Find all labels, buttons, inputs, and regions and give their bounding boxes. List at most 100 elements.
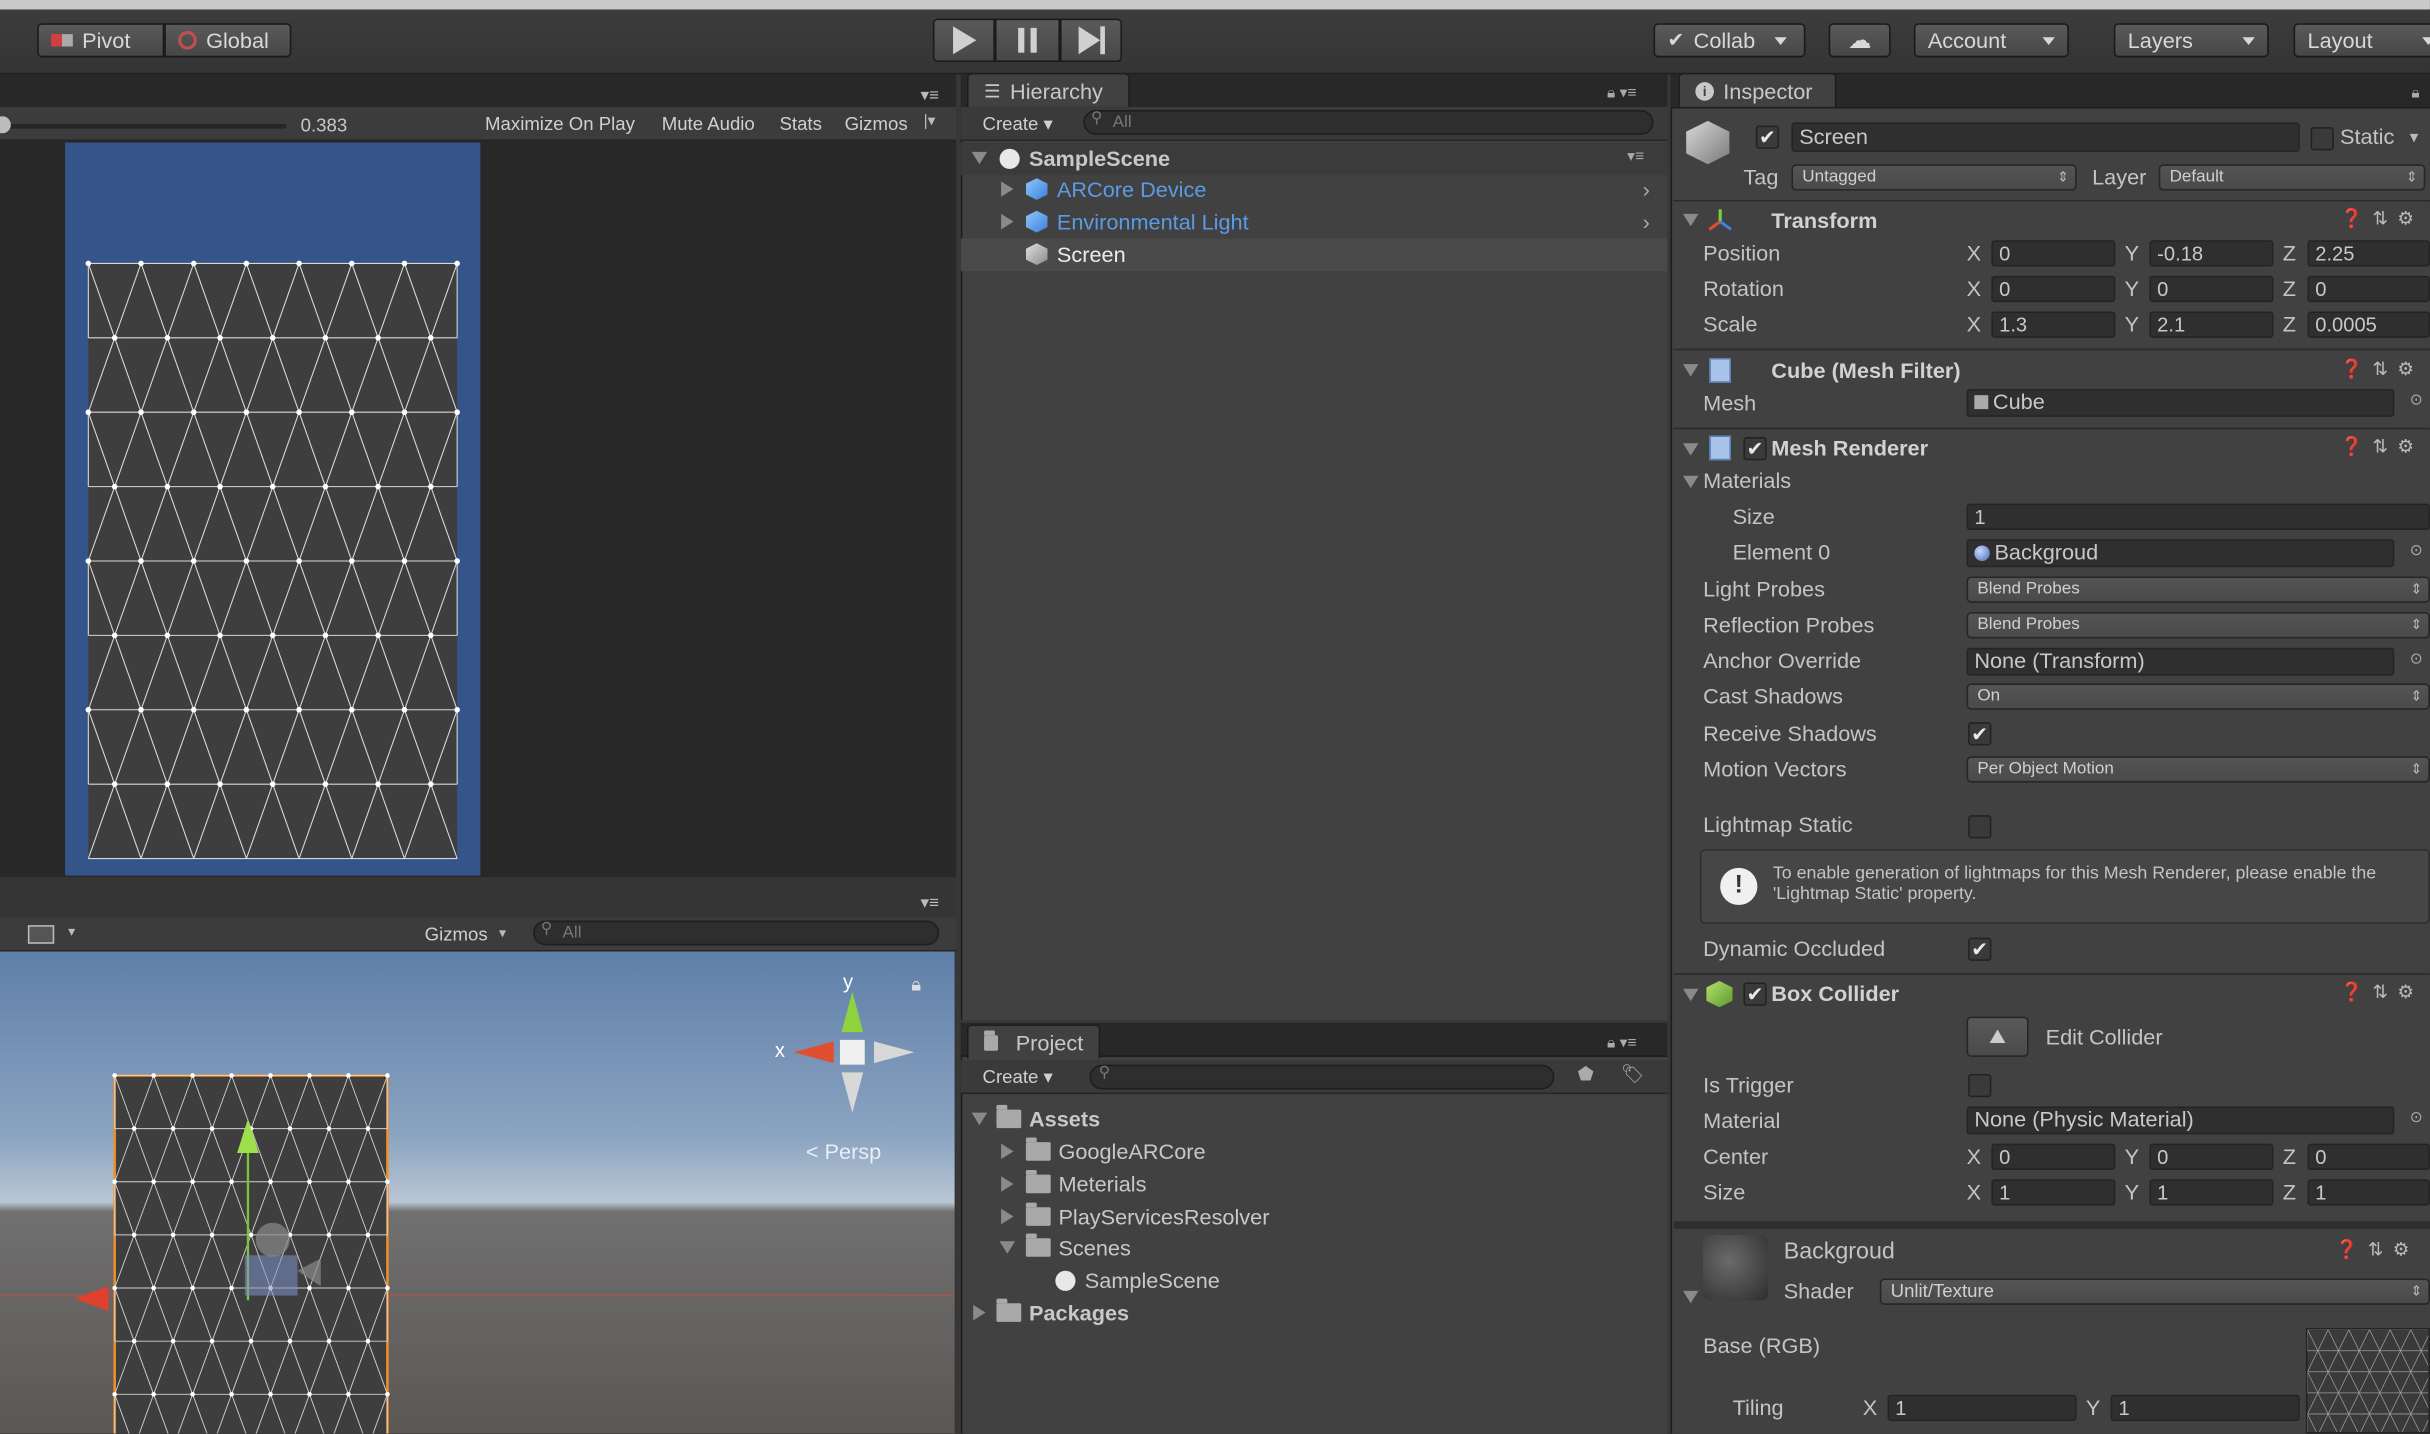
scene-gizmos-arrow-icon[interactable]: ▾ <box>499 925 506 942</box>
hierarchy-item-screen[interactable]: Screen <box>1025 242 1126 267</box>
element0-field[interactable]: Backgroud <box>1966 539 2395 568</box>
position-z-input[interactable]: 2.25 <box>2307 240 2430 267</box>
is-trigger-checkbox[interactable] <box>1968 1073 1992 1098</box>
component-actions-icon[interactable]: ❓⇅⚙ <box>2335 1238 2418 1260</box>
lock-icon[interactable]: 🔒︎ ▾≡ <box>1607 1035 1636 1052</box>
center-x-input[interactable]: 0 <box>1991 1143 2116 1171</box>
scale-x-input[interactable]: 1.3 <box>1991 311 2116 338</box>
stats-button[interactable]: Stats <box>779 113 821 135</box>
lightmap-static-checkbox[interactable] <box>1968 815 1992 839</box>
reflection-probes-dropdown[interactable]: Blend Probes <box>1966 612 2430 639</box>
dynamic-occluded-checkbox[interactable]: ✔ <box>1968 937 1992 961</box>
tiling-x-input[interactable]: 1 <box>1887 1394 2077 1422</box>
account-dropdown[interactable]: Account <box>1913 23 2069 58</box>
panel-menu-icon[interactable]: ▾≡ <box>921 893 940 913</box>
expand-arrow-icon[interactable] <box>1682 988 1699 1002</box>
expand-arrow-icon[interactable] <box>1682 475 1699 489</box>
expand-arrow-icon[interactable] <box>1682 213 1699 227</box>
scene-viewport[interactable]: y x 🔒︎ < Persp <box>0 951 955 1434</box>
project-packages[interactable]: Packages <box>996 1298 1129 1325</box>
component-actions-icon[interactable]: ❓⇅⚙ <box>2340 208 2423 230</box>
project-create-button[interactable]: Create ▾ <box>983 1066 1053 1088</box>
project-playservicesresolver[interactable]: PlayServicesResolver <box>1025 1202 1269 1229</box>
expand-arrow-icon[interactable] <box>1682 1290 1699 1304</box>
scene-gizmos-button[interactable]: Gizmos <box>425 924 488 946</box>
object-picker-icon[interactable]: ⊙ <box>2410 651 2423 668</box>
expand-arrow-icon[interactable] <box>999 1241 1016 1254</box>
static-checkbox[interactable] <box>2310 127 2334 151</box>
position-x-input[interactable]: 0 <box>1991 240 2116 267</box>
expand-arrow-icon[interactable] <box>1001 181 1014 197</box>
hierarchy-item-environmental-light[interactable]: Environmental Light <box>1025 209 1249 234</box>
mesh-field[interactable]: Cube <box>1966 388 2395 417</box>
light-probes-dropdown[interactable]: Blend Probes <box>1966 576 2430 603</box>
collab-button[interactable]: ✔ Collab <box>1653 23 1806 58</box>
motion-vectors-dropdown[interactable]: Per Object Motion <box>1966 756 2430 783</box>
tab-hierarchy[interactable]: ☰ Hierarchy <box>967 72 1130 107</box>
filter-by-type-icon[interactable]: ⬟ <box>1578 1063 1594 1085</box>
tab-project[interactable]: Project <box>967 1024 1101 1059</box>
step-button[interactable] <box>1059 18 1122 62</box>
size-x-input[interactable]: 1 <box>1991 1179 2116 1206</box>
center-z-input[interactable]: 0 <box>2307 1143 2430 1171</box>
panel-menu-icon[interactable]: ▾≡ <box>921 85 940 106</box>
pause-button[interactable] <box>994 18 1060 62</box>
component-actions-icon[interactable]: ❓⇅⚙ <box>2340 435 2423 457</box>
mesh-renderer-enabled-checkbox[interactable]: ✔ <box>1743 437 1767 461</box>
rotation-z-input[interactable]: 0 <box>2307 275 2430 303</box>
hierarchy-item-arcore-device[interactable]: ARCore Device <box>1025 177 1206 201</box>
cast-shadows-dropdown[interactable]: On <box>1966 683 2430 710</box>
expand-arrow-icon[interactable] <box>1682 364 1699 377</box>
anchor-override-field[interactable]: None (Transform) <box>1966 647 2395 676</box>
active-checkbox[interactable]: ✔ <box>1755 125 1780 149</box>
play-button[interactable] <box>932 18 995 62</box>
scale-slider[interactable] <box>0 123 287 129</box>
texture-slot[interactable] <box>2305 1328 2430 1434</box>
pivot-button[interactable]: Pivot <box>37 23 165 58</box>
component-actions-icon[interactable]: ❓⇅⚙ <box>2340 981 2423 1003</box>
cloud-button[interactable]: ☁ <box>1828 23 1891 58</box>
shader-dropdown[interactable]: Unlit/Texture <box>1879 1278 2430 1305</box>
gizmos-dropdown-icon[interactable]: |▾ <box>924 113 936 130</box>
object-name-input[interactable]: Screen <box>1791 122 2300 152</box>
position-y-input[interactable]: -0.18 <box>2149 240 2274 267</box>
scale-z-input[interactable]: 0.0005 <box>2307 311 2430 338</box>
expand-arrow-icon[interactable] <box>971 1112 988 1126</box>
lock-icon[interactable]: 🔒︎ <box>2411 85 2419 102</box>
layers-dropdown[interactable]: Layers <box>2113 23 2269 58</box>
scene-gizmo[interactable] <box>775 970 930 1140</box>
scene-menu-icon[interactable]: ▾≡ <box>1627 149 1644 166</box>
rotation-x-input[interactable]: 0 <box>1991 275 2116 303</box>
component-actions-icon[interactable]: ❓⇅⚙ <box>2340 358 2423 380</box>
center-y-input[interactable]: 0 <box>2149 1143 2274 1171</box>
persp-label[interactable]: < Persp <box>806 1139 881 1164</box>
scene-root[interactable]: SampleScene <box>999 146 1170 170</box>
object-picker-icon[interactable]: ⊙ <box>2410 542 2423 559</box>
lock-icon[interactable]: 🔒︎ <box>911 973 921 996</box>
hierarchy-create-button[interactable]: Create ▾ <box>983 113 1053 135</box>
gizmos-button[interactable]: Gizmos <box>845 113 908 135</box>
mute-audio-button[interactable]: Mute Audio <box>662 113 755 135</box>
project-scenes[interactable]: Scenes <box>1025 1233 1131 1260</box>
tab-inspector[interactable]: i Inspector <box>1678 72 1837 107</box>
layout-dropdown[interactable]: Layout <box>2293 23 2430 58</box>
expand-arrow-icon[interactable] <box>1001 1143 1014 1160</box>
lock-icon[interactable]: 🔒︎ ▾≡ <box>1607 85 1636 102</box>
rotation-y-input[interactable]: 0 <box>2149 275 2274 303</box>
filter-by-label-icon[interactable]: 🏷︎ <box>1621 1063 1645 1085</box>
scale-y-input[interactable]: 2.1 <box>2149 311 2274 338</box>
scene-search-input[interactable]: All <box>533 920 940 946</box>
project-assets[interactable]: Assets <box>996 1104 1100 1131</box>
project-googlearcore[interactable]: GoogleARCore <box>1025 1137 1206 1164</box>
hierarchy-search-input[interactable]: All <box>1083 110 1654 135</box>
project-search-input[interactable] <box>1089 1064 1555 1090</box>
project-meterials[interactable]: Meterials <box>1025 1170 1146 1196</box>
edit-collider-button[interactable]: ⛰︎ <box>1966 1016 2029 1057</box>
chevron-right-icon[interactable]: › <box>1643 177 1650 202</box>
object-picker-icon[interactable]: ⊙ <box>2410 392 2423 409</box>
image-icon[interactable] <box>27 925 55 944</box>
tiling-y-input[interactable]: 1 <box>2110 1394 2300 1422</box>
expand-arrow-icon[interactable] <box>1001 1176 1014 1192</box>
box-collider-enabled-checkbox[interactable]: ✔ <box>1743 982 1767 1006</box>
project-samplescene[interactable]: SampleScene <box>1055 1268 1220 1292</box>
